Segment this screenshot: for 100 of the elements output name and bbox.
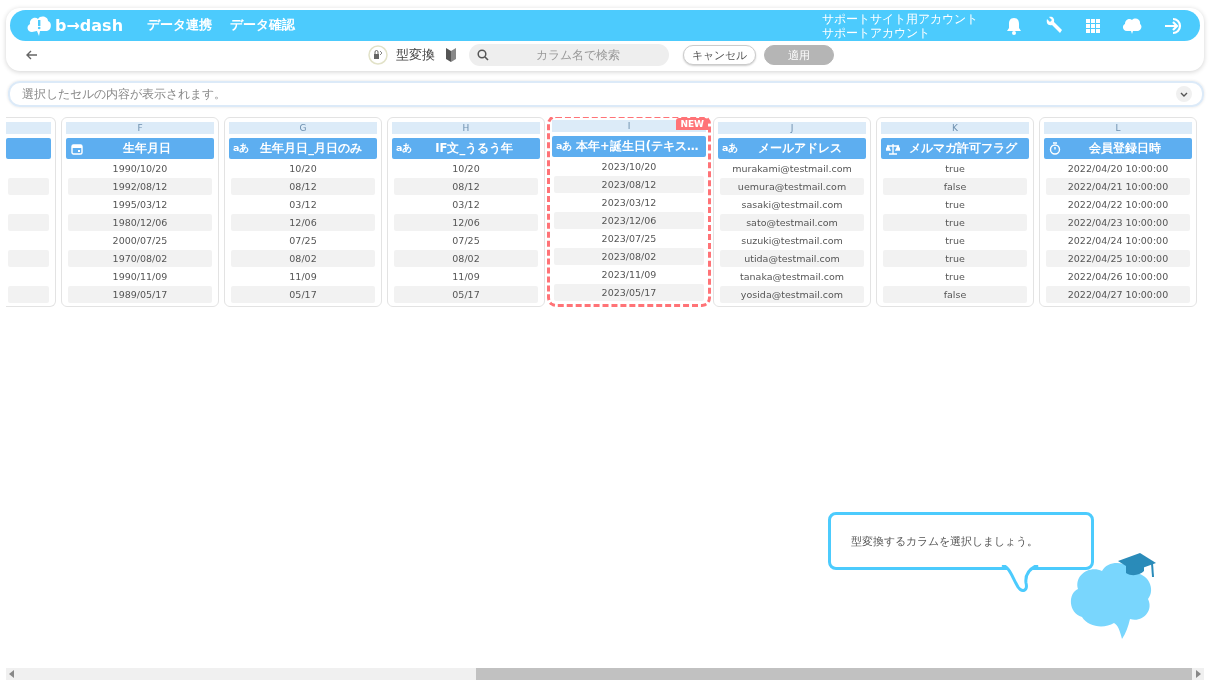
table-cell: 2023/12/06 [554, 212, 704, 229]
chat-cloud-icon[interactable] [1122, 16, 1142, 35]
table-cell-text: true [944, 234, 966, 248]
column-header[interactable]: 生年月日 [66, 138, 214, 159]
column-card[interactable]: K メルマガ許可フラグ true false true true true true true false [876, 117, 1034, 307]
table-cell-text: tanaka@testmail.com [739, 270, 845, 284]
account-name: サポートアカウント [822, 25, 931, 40]
search-input[interactable]: カラム名で検索 [495, 47, 661, 63]
grid-icon[interactable] [1086, 18, 1100, 33]
column-letter: G [229, 122, 377, 134]
table-cell: 2022/04/25 10:00:00 [1046, 250, 1190, 267]
table-cell: 2022/04/23 10:00:00 [1046, 214, 1190, 231]
table-cell-text: 03/12 [288, 198, 318, 212]
nav-link[interactable]: データ確認 [230, 17, 296, 34]
table-cell: 08/02 [394, 250, 538, 267]
cell-content-field[interactable]: 選択したセルの内容が表示されます。 [8, 81, 1204, 107]
account-name: サポートサイト用アカウント [822, 11, 978, 26]
text-type-mark: aあ [722, 142, 739, 155]
table-cell: 12/06 [231, 214, 375, 231]
table-cell: 2022/04/27 10:00:00 [1046, 286, 1190, 303]
column-header[interactable]: aあ 本年+誕生日(テキス… [552, 136, 706, 157]
column-letter-bar [6, 122, 51, 134]
column-header[interactable]: aあ メールアドレス [718, 138, 866, 159]
table-cell: 05/17 [394, 286, 538, 303]
column-card[interactable]: J aあ メールアドレス murakami@testmail.com uemura@testmail.com sasaki@testmail.com sato@testmail.com suzuki@testmail.com utida@testmail.com tanaka@testmail.com yosida@testmail.com [713, 117, 871, 307]
table-cell: 12/06 [394, 214, 538, 231]
table-cell-text: suzuki@testmail.com [740, 234, 844, 248]
table-cell: 2023/08/12 [554, 176, 704, 193]
column-card[interactable]: I NEW aあ 本年+誕生日(テキス… 2023/10/20 2023/08/12 2023/03/12 2023/12/06 2023/07/25 2023/08/02 2023/11/09 2023/05/17 [547, 117, 711, 307]
horizontal-scrollbar[interactable] [6, 668, 1204, 680]
column-letter: F [66, 122, 214, 134]
table-cell: false [883, 178, 1027, 195]
table-cell: 2023/05/17 [554, 284, 704, 301]
table-cell: 2023/08/02 [554, 248, 704, 265]
table-cell-text: 2023/03/12 [600, 196, 658, 210]
table-cell: false [883, 286, 1027, 303]
table-cell-text: 2022/04/20 10:00:00 [1066, 162, 1170, 176]
table-cell-text: 2000/07/25 [111, 234, 169, 248]
search-icon [477, 49, 489, 61]
table-cell: 1989/05/17 [68, 286, 212, 303]
tooltip-text: 型変換するカラムを選択しましょう。 [851, 533, 1038, 549]
conversion-icon [368, 45, 388, 65]
column-letter: K [881, 122, 1029, 134]
column-card[interactable]: H aあ IF文_うるう年 10/20 08/12 03/12 12/06 07/25 08/02 11/09 05/17 [387, 117, 545, 307]
back-arrow-icon[interactable] [26, 50, 38, 60]
column-letter: H [392, 122, 540, 134]
table-cell-text: 11/09 [451, 270, 481, 284]
table-cell-text: 10/20 [451, 162, 481, 176]
logo-text: b→dash [55, 16, 124, 35]
column-letter: J [718, 122, 866, 134]
scrollbar-thumb[interactable] [476, 668, 1192, 680]
cancel-button[interactable]: キャンセル [683, 45, 756, 65]
table-cell-text: 2022/04/22 10:00:00 [1066, 198, 1170, 212]
beginner-mark-icon [445, 47, 457, 63]
new-ribbon: NEW [676, 118, 708, 130]
column-letter: L [1044, 122, 1192, 134]
scale-icon [886, 142, 900, 155]
table-cell: utida@testmail.com [720, 250, 864, 267]
table-cell-text: 2023/11/09 [600, 268, 658, 282]
table-cell-text: 2022/04/24 10:00:00 [1066, 234, 1170, 248]
cloud-logo-icon [26, 14, 52, 37]
chevron-down-icon[interactable] [1176, 86, 1192, 102]
column-header[interactable] [6, 138, 51, 159]
bell-icon[interactable] [1006, 16, 1022, 35]
column-header[interactable]: メルマガ許可フラグ [881, 138, 1029, 159]
table-cell: 05/17 [231, 286, 375, 303]
table-cell: yosida@testmail.com [720, 286, 864, 303]
nav-link[interactable]: データ連携 [147, 17, 213, 34]
column-header[interactable]: aあ IF文_うるう年 [392, 138, 540, 159]
table-cell-text: true [944, 270, 966, 284]
table-cell: 2022/04/21 10:00:00 [1046, 178, 1190, 195]
table-cell-text: 1990/11/09 [111, 270, 169, 284]
table-cell: 08/12 [231, 178, 375, 195]
table-cell-text: 2022/04/26 10:00:00 [1066, 270, 1170, 284]
text-type-mark: aあ [556, 140, 573, 153]
column-card[interactable]: L 会員登録日時 2022/04/20 10:00:00 2022/04/21 10:00:00 2022/04/22 10:00:00 2022/04/23 10:00:00 2022/04/24 10:00:00 2022/04/25 10:00:00 2022/04/26 10:00:00 2022/04/27 10:00:00 [1039, 117, 1197, 307]
table-cell: uemura@testmail.com [720, 178, 864, 195]
table-cell: true [883, 250, 1027, 267]
stopwatch-icon [1049, 142, 1061, 155]
table-cell-text: murakami@testmail.com [731, 162, 853, 176]
search-field[interactable]: カラム名で検索 [469, 44, 669, 66]
table-cell-text: 07/25 [288, 234, 318, 248]
scroll-left-icon[interactable] [9, 670, 15, 678]
table-cell: true [883, 214, 1027, 231]
table-cell-text: 1995/03/12 [111, 198, 169, 212]
calendar-icon [71, 142, 83, 155]
table-cell-text: true [944, 162, 966, 176]
table-cell-text: 10/20 [288, 162, 318, 176]
column-header[interactable]: aあ 生年月日_月日のみ [229, 138, 377, 159]
page-title: 型変換 [396, 46, 435, 64]
column-card[interactable]: G aあ 生年月日_月日のみ 10/20 08/12 03/12 12/06 07/25 08/02 11/09 05/17 [224, 117, 382, 307]
table-cell: 1980/12/06 [68, 214, 212, 231]
table-cell: 08/12 [394, 178, 538, 195]
column-card[interactable]: F 生年月日 1990/10/20 1992/08/12 1995/03/12 1980/12/06 2000/07/25 1970/08/02 1990/11/09 1989/05/17 [61, 117, 219, 307]
column-header[interactable]: 会員登録日時 [1044, 138, 1192, 159]
scroll-right-icon[interactable] [1195, 670, 1201, 678]
table-cell: 08/02 [231, 250, 375, 267]
cell-content-input[interactable]: 選択したセルの内容が表示されます。 [20, 86, 1176, 102]
text-type-mark: aあ [233, 142, 250, 155]
table-cell-text: 03/12 [451, 198, 481, 212]
